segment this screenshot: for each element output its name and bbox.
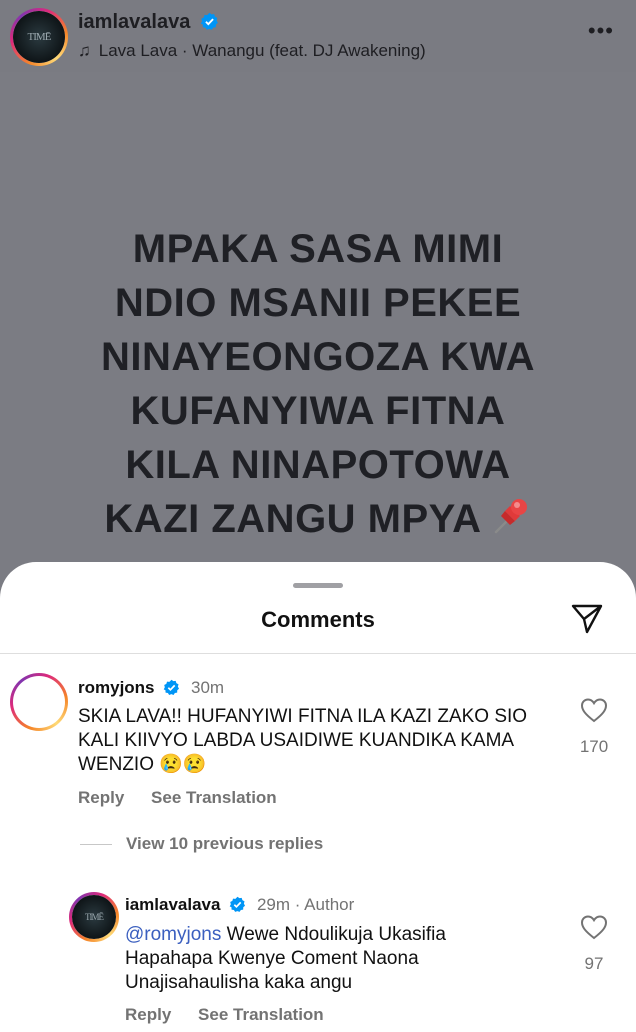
reply-time: 29m · Author: [256, 895, 355, 914]
comment-header: romyjons 30m: [78, 678, 224, 698]
comment-time: 30m: [191, 678, 225, 697]
avatar-blank: [13, 676, 65, 728]
avatar-image: TIMĒ: [13, 11, 65, 63]
reply-button[interactable]: Reply: [78, 788, 124, 807]
more-options-icon[interactable]: •••: [588, 18, 614, 44]
like-heart-icon[interactable]: [580, 697, 608, 723]
commenter-avatar[interactable]: [10, 673, 68, 731]
mention-link[interactable]: @romyjons: [125, 924, 221, 945]
post-line: MPAKA SASA MIMI: [132, 227, 504, 271]
see-translation-button[interactable]: See Translation: [198, 1005, 324, 1024]
audio-track[interactable]: ♫ Lava Lava · Wanangu (feat. DJ Awakening…: [78, 41, 426, 61]
post-line: NINAYEONGOZA KWA: [101, 335, 535, 379]
author-username-text[interactable]: iamlavalava: [78, 11, 190, 33]
verified-badge-icon: [163, 679, 180, 695]
avatar-image: TIMĒ: [72, 895, 116, 939]
reply-username[interactable]: iamlavalava: [125, 895, 220, 914]
post-header: TIMĒ iamlavalava ♫ Lava Lava · Wanangu (f…: [0, 0, 636, 72]
sheet-title: Comments: [261, 607, 375, 632]
share-send-icon[interactable]: [570, 602, 604, 636]
like-count: 170: [579, 737, 609, 756]
reply-text: @romyjons Wewe Ndoulikuja Ukasifia Hapah…: [125, 923, 525, 995]
post-line: KUFANYIWA FITNA: [130, 389, 506, 433]
see-translation-button[interactable]: See Translation: [151, 788, 277, 807]
author-username[interactable]: iamlavalava: [78, 11, 219, 34]
replies-line: [80, 844, 112, 845]
comments-sheet: Comments romyjons 30m SKIA LAVA!! HUFANY…: [0, 562, 636, 1032]
reply-button[interactable]: Reply: [125, 1005, 171, 1024]
divider: [0, 653, 636, 654]
post-line-last: KAZI ZANGU MPYA: [0, 492, 636, 546]
commenter-username[interactable]: romyjons: [78, 678, 155, 697]
reply-actions: Reply See Translation: [125, 1005, 346, 1025]
author-avatar[interactable]: TIMĒ: [10, 8, 68, 66]
verified-badge-icon: [200, 12, 218, 30]
post-image-text: MPAKA SASA MIMI NDIO MSANII PEKEE NINAYE…: [0, 222, 636, 546]
comment-actions: Reply See Translation: [78, 788, 299, 808]
pushpin-icon: [494, 499, 527, 534]
like-count: 97: [584, 954, 604, 973]
reply-header: iamlavalava 29m · Author: [125, 895, 354, 915]
like-heart-icon[interactable]: [580, 914, 608, 940]
audio-track-label[interactable]: Lava Lava · Wanangu (feat. DJ Awakening): [99, 41, 426, 60]
comment-text: SKIA LAVA!! HUFANYIWI FITNA ILA KAZI ZAK…: [78, 706, 528, 775]
music-note-icon: ♫: [78, 41, 91, 60]
verified-badge-icon: [229, 896, 246, 912]
post-line: KILA NINAPOTOWA: [125, 443, 511, 487]
reply-author-avatar[interactable]: TIMĒ: [69, 892, 119, 942]
post-line-text: KAZI ZANGU MPYA: [104, 497, 482, 541]
view-previous-replies-button[interactable]: View 10 previous replies: [126, 834, 323, 854]
drag-handle[interactable]: [293, 583, 343, 588]
post-line: NDIO MSANII PEKEE: [114, 281, 522, 325]
